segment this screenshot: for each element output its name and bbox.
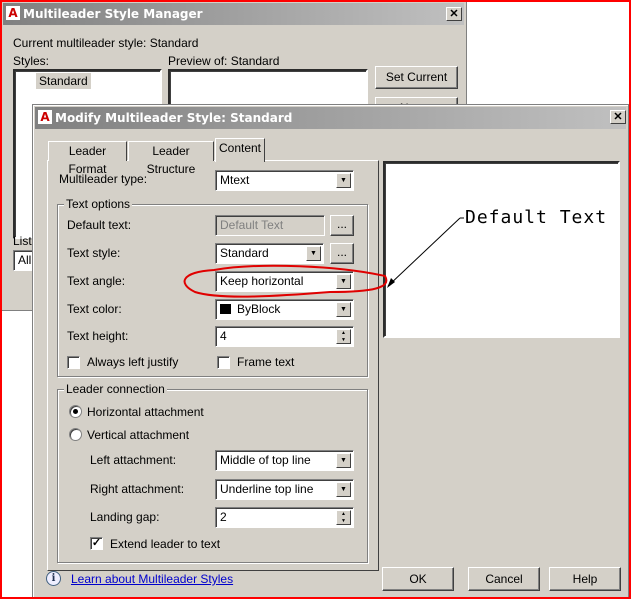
red-annotation-ellipse bbox=[183, 264, 388, 298]
